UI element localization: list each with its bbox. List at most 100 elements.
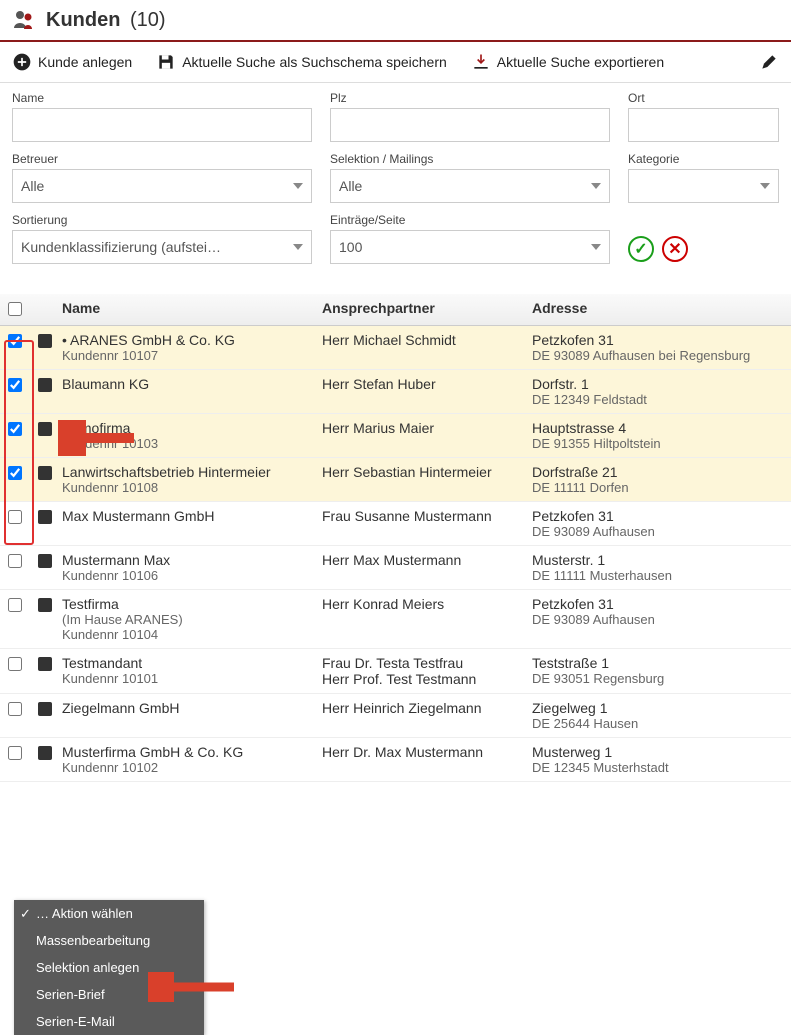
address-line: DE 12345 Musterhstadt [532,760,783,775]
row-checkbox[interactable] [8,554,22,568]
export-search-label: Aktuelle Suche exportieren [497,54,664,70]
address-line: DE 11111 Dorfen [532,480,783,495]
customer-name: Demofirma [62,420,322,436]
table-row[interactable]: Blaumann KGHerr Stefan HuberDorfstr. 1DE… [0,370,791,414]
plz-input[interactable] [330,108,610,142]
table-row[interactable]: Testfirma(Im Hause ARANES)Kundennr 10104… [0,590,791,649]
action-menu-item[interactable]: Serien-E-Mail [14,1008,204,1035]
customer-name: Ziegelmann GmbH [62,700,322,716]
address-line: Petzkofen 31 [532,508,783,524]
export-search-button[interactable]: Aktuelle Suche exportieren [471,52,664,72]
create-customer-label: Kunde anlegen [38,54,132,70]
table-row[interactable]: Musterfirma GmbH & Co. KGKundennr 10102H… [0,738,791,782]
address-line: Dorfstraße 21 [532,464,783,480]
apply-filter-button[interactable]: ✓ [628,236,654,262]
building-icon [38,702,52,716]
contact-name: Frau Susanne Mustermann [322,508,532,524]
name-label: Name [12,91,312,105]
action-menu-item[interactable]: … Aktion wählen [14,900,204,927]
eintraege-select[interactable]: 100 [330,230,610,264]
contact-name: Frau Dr. Testa Testfrau [322,655,532,671]
col-name: Name [62,300,322,316]
address-line: Ziegelweg 1 [532,700,783,716]
contact-name: Herr Sebastian Hintermeier [322,464,532,480]
customer-name: Max Mustermann GmbH [62,508,322,524]
ort-input[interactable] [628,108,779,142]
address-line: Teststraße 1 [532,655,783,671]
name-input[interactable] [12,108,312,142]
row-checkbox[interactable] [8,466,22,480]
table-row[interactable]: Mustermann MaxKundennr 10106Herr Max Mus… [0,546,791,590]
building-icon [38,657,52,671]
row-checkbox[interactable] [8,598,22,612]
address-line: Musterstr. 1 [532,552,783,568]
building-icon [38,510,52,524]
building-icon [38,746,52,760]
kategorie-select[interactable] [628,169,779,203]
page-header: Kunden (10) [0,0,791,42]
row-checkbox[interactable] [8,422,22,436]
row-checkbox[interactable] [8,510,22,524]
contact-name: Herr Marius Maier [322,420,532,436]
table-row[interactable]: Ziegelmann GmbHHerr Heinrich ZiegelmannZ… [0,694,791,738]
row-checkbox[interactable] [8,657,22,671]
table-row[interactable]: DemofirmaKundennr 10103Herr Marius Maier… [0,414,791,458]
selektion-select[interactable]: Alle [330,169,610,203]
address-line: Petzkofen 31 [532,332,783,348]
save-search-label: Aktuelle Suche als Suchschema speichern [182,54,447,70]
customer-subline: (Im Hause ARANES) [62,612,322,627]
sortierung-value: Kundenklassifizierung (aufstei… [21,239,221,255]
row-checkbox[interactable] [8,334,22,348]
building-icon [38,422,52,436]
contact-name: Herr Prof. Test Testmann [322,671,532,687]
create-customer-button[interactable]: Kunde anlegen [12,52,132,72]
action-menu[interactable]: … Aktion wählenMassenbearbeitungSelektio… [14,900,204,1035]
action-menu-item[interactable]: Serien-Brief [14,981,204,1008]
customer-subline: Kundennr 10103 [62,436,322,451]
row-checkbox[interactable] [8,378,22,392]
ort-label: Ort [628,91,779,105]
table-row[interactable]: Lanwirtschaftsbetrieb HintermeierKundenn… [0,458,791,502]
save-search-button[interactable]: Aktuelle Suche als Suchschema speichern [156,52,447,72]
table-row[interactable]: • ARANES GmbH & Co. KGKundennr 10107Herr… [0,326,791,370]
customer-name: Mustermann Max [62,552,322,568]
address-line: DE 11111 Musterhausen [532,568,783,583]
action-menu-item[interactable]: Massenbearbeitung [14,927,204,954]
eintraege-value: 100 [339,239,362,255]
customers-icon [12,8,36,32]
selektion-label: Selektion / Mailings [330,152,610,166]
sortierung-label: Sortierung [12,213,312,227]
kategorie-label: Kategorie [628,152,779,166]
address-line: Musterweg 1 [532,744,783,760]
customer-subline: Kundennr 10104 [62,627,322,642]
sortierung-select[interactable]: Kundenklassifizierung (aufstei… [12,230,312,264]
table-row[interactable]: Max Mustermann GmbHFrau Susanne Musterma… [0,502,791,546]
address-line: Hauptstrasse 4 [532,420,783,436]
customers-table: Name Ansprechpartner Adresse • ARANES Gm… [0,294,791,782]
plz-label: Plz [330,91,610,105]
customer-name: Testmandant [62,655,322,671]
toolbar: Kunde anlegen Aktuelle Suche als Suchsch… [0,42,791,83]
edit-button[interactable] [759,52,779,72]
record-count: (10) [130,9,166,31]
address-line: Dorfstr. 1 [532,376,783,392]
chevron-down-icon [591,183,601,189]
chevron-down-icon [591,244,601,250]
select-all-checkbox[interactable] [8,302,22,316]
customer-name: Blaumann KG [62,376,322,392]
contact-name: Herr Heinrich Ziegelmann [322,700,532,716]
betreuer-select[interactable]: Alle [12,169,312,203]
address-line: DE 93089 Aufhausen [532,612,783,627]
row-checkbox[interactable] [8,702,22,716]
address-line: DE 93051 Regensburg [532,671,783,686]
chevron-down-icon [293,244,303,250]
action-menu-item[interactable]: Selektion anlegen [14,954,204,981]
customer-subline: Kundennr 10102 [62,760,322,775]
customer-name: Testfirma [62,596,322,612]
betreuer-value: Alle [21,178,44,194]
customer-name: Lanwirtschaftsbetrieb Hintermeier [62,464,322,480]
col-address: Adresse [532,300,783,316]
table-row[interactable]: TestmandantKundennr 10101Frau Dr. Testa … [0,649,791,694]
reset-filter-button[interactable]: ✕ [662,236,688,262]
row-checkbox[interactable] [8,746,22,760]
